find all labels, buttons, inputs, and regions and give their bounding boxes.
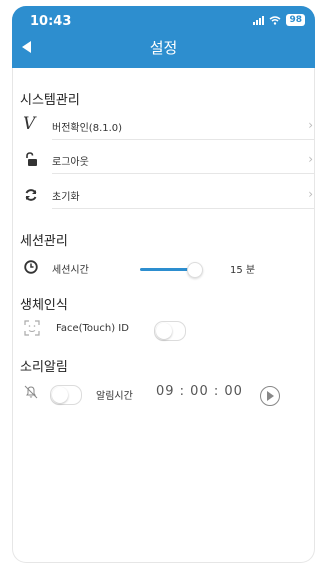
- signal-icon: [253, 15, 265, 25]
- session-slider-track[interactable]: [140, 268, 190, 271]
- app-header: 10:43 98 설정: [12, 6, 315, 68]
- reset-label: 초기화: [52, 192, 80, 203]
- divider: [52, 139, 315, 140]
- version-v-icon: V: [23, 114, 36, 134]
- play-icon[interactable]: [260, 386, 280, 406]
- session-time-value: 15 분: [230, 265, 256, 276]
- chevron-right-icon: ›: [308, 152, 313, 166]
- logout-label: 로그아웃: [52, 157, 89, 168]
- phone-screen: 10:43 98 설정 시스템관리 V 버전확인(8.1.0) › 로그아웃 ›…: [12, 6, 315, 563]
- refresh-icon: [24, 187, 38, 206]
- bell-off-icon: [24, 384, 38, 403]
- face-id-icon: [24, 320, 40, 340]
- status-time: 10:43: [30, 14, 72, 29]
- divider: [52, 208, 315, 209]
- alarm-time-value[interactable]: 09 : 00 : 00: [156, 384, 243, 399]
- sound-toggle[interactable]: [50, 385, 82, 405]
- version-row[interactable]: V 버전확인(8.1.0) ›: [12, 112, 315, 140]
- chevron-right-icon: ›: [308, 187, 313, 201]
- wifi-icon: [269, 15, 281, 25]
- face-id-toggle[interactable]: [154, 321, 186, 341]
- alarm-time-label: 알림시간: [96, 391, 133, 402]
- chevron-right-icon: ›: [308, 118, 313, 132]
- clock-icon: [24, 259, 38, 278]
- section-title-session: 세션관리: [20, 234, 68, 249]
- section-title-system: 시스템관리: [20, 93, 80, 108]
- reset-row[interactable]: 초기화 ›: [12, 181, 315, 209]
- divider: [52, 173, 315, 174]
- toggle-knob: [156, 323, 172, 339]
- face-id-label: Face(Touch) ID: [56, 323, 129, 334]
- page-title: 설정: [149, 39, 178, 57]
- section-title-sound: 소리알림: [20, 360, 68, 375]
- status-icons: 98: [253, 14, 305, 26]
- session-slider-thumb[interactable]: [187, 262, 203, 278]
- unlock-icon: [24, 152, 38, 171]
- logout-row[interactable]: 로그아웃 ›: [12, 146, 315, 174]
- toggle-knob: [52, 387, 68, 403]
- session-time-label: 세션시간: [52, 265, 89, 276]
- battery-icon: 98: [286, 14, 305, 26]
- version-label: 버전확인(8.1.0): [52, 123, 123, 134]
- section-title-biometric: 생체인식: [20, 298, 68, 313]
